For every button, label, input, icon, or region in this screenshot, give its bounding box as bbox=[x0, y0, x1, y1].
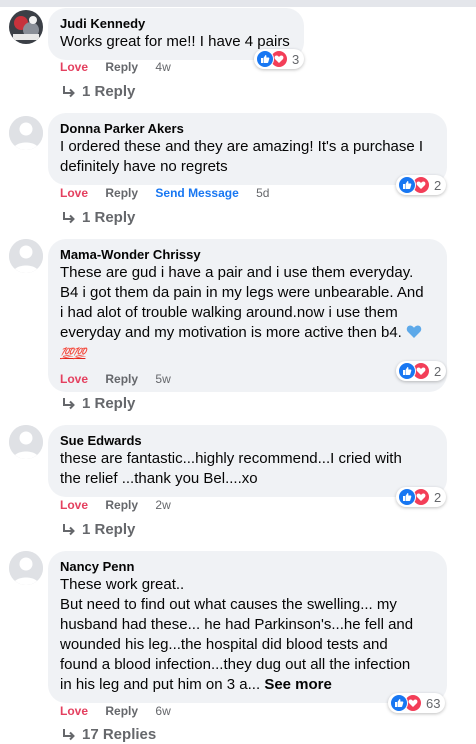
like-reaction-icon bbox=[398, 362, 416, 380]
comment-body: These work great.. But need to find out … bbox=[60, 576, 414, 693]
default-avatar-icon bbox=[9, 116, 43, 150]
avatar[interactable] bbox=[9, 10, 43, 44]
comment-actions: Love Reply Send Message 5d bbox=[60, 185, 283, 201]
avatar[interactable] bbox=[9, 551, 43, 585]
comment-body: These are gud i have a pair and i use th… bbox=[60, 264, 424, 341]
avatar[interactable] bbox=[9, 116, 43, 150]
view-replies-link[interactable]: 1 Reply bbox=[62, 395, 135, 412]
love-button[interactable]: Love bbox=[60, 185, 88, 201]
reply-button[interactable]: Reply bbox=[105, 703, 138, 719]
reply-button[interactable]: Reply bbox=[105, 497, 138, 513]
commenter-name[interactable]: Sue Edwards bbox=[60, 432, 435, 449]
comment-text: These work great.. But need to find out … bbox=[60, 575, 435, 695]
reaction-summary[interactable]: 2 bbox=[396, 487, 447, 507]
reply-button[interactable]: Reply bbox=[105, 59, 138, 75]
default-avatar-icon bbox=[9, 551, 43, 585]
comment-bubble: Donna Parker Akers I ordered these and t… bbox=[48, 113, 447, 185]
default-avatar-icon bbox=[9, 425, 43, 459]
comment-actions: Love Reply 2w bbox=[60, 497, 185, 513]
love-button[interactable]: Love bbox=[60, 59, 88, 75]
view-replies-link[interactable]: 17 Replies bbox=[62, 726, 156, 743]
replies-count-label: 17 Replies bbox=[82, 726, 157, 743]
comment-time[interactable]: 5d bbox=[256, 185, 269, 201]
comment-bubble: Mama-Wonder Chrissy These are gud i have… bbox=[48, 239, 447, 392]
love-button[interactable]: Love bbox=[60, 497, 88, 513]
replies-count-label: 1 Reply bbox=[82, 209, 136, 226]
comment-time[interactable]: 6w bbox=[155, 703, 170, 719]
see-more-link[interactable]: See more bbox=[264, 676, 332, 693]
view-replies-link[interactable]: 1 Reply bbox=[62, 209, 135, 226]
comment-time[interactable]: 4w bbox=[155, 59, 170, 75]
comment-bubble: Nancy Penn These work great.. But need t… bbox=[48, 551, 447, 703]
comment-time[interactable]: 5w bbox=[155, 371, 170, 387]
reaction-count: 3 bbox=[292, 51, 300, 67]
love-button[interactable]: Love bbox=[60, 703, 88, 719]
reaction-count: 2 bbox=[434, 177, 442, 193]
like-reaction-icon bbox=[256, 50, 274, 68]
reply-button[interactable]: Reply bbox=[105, 185, 138, 201]
comment-text: Works great for me!! I have 4 pairs bbox=[60, 33, 290, 50]
comment-text: these are fantastic...highly recommend..… bbox=[60, 450, 402, 487]
reply-arrow-icon bbox=[63, 85, 75, 97]
reaction-summary[interactable]: 2 bbox=[396, 361, 447, 381]
comment-actions: Love Reply 5w bbox=[60, 371, 185, 387]
reply-arrow-icon bbox=[63, 523, 75, 535]
replies-count-label: 1 Reply bbox=[82, 521, 136, 538]
send-message-button[interactable]: Send Message bbox=[155, 185, 238, 201]
avatar[interactable] bbox=[9, 239, 43, 273]
comment-actions: Love Reply 6w bbox=[60, 703, 185, 719]
default-avatar-icon bbox=[9, 239, 43, 273]
commenter-name[interactable]: Mama-Wonder Chrissy bbox=[60, 246, 435, 263]
view-replies-link[interactable]: 1 Reply bbox=[62, 521, 135, 538]
commenter-name[interactable]: Judi Kennedy bbox=[60, 15, 292, 32]
reaction-summary[interactable]: 2 bbox=[396, 175, 447, 195]
reply-arrow-icon bbox=[63, 211, 75, 223]
commenter-name[interactable]: Donna Parker Akers bbox=[60, 120, 435, 137]
top-divider bbox=[0, 0, 476, 7]
comment-bubble: Sue Edwards these are fantastic...highly… bbox=[48, 425, 447, 497]
like-reaction-icon bbox=[390, 694, 408, 712]
like-reaction-icon bbox=[398, 176, 416, 194]
reaction-count: 2 bbox=[434, 489, 442, 505]
love-button[interactable]: Love bbox=[60, 371, 88, 387]
comment-time[interactable]: 2w bbox=[155, 497, 170, 513]
replies-count-label: 1 Reply bbox=[82, 395, 136, 412]
reply-arrow-icon bbox=[63, 397, 75, 409]
avatar[interactable] bbox=[9, 425, 43, 459]
reaction-count: 2 bbox=[434, 363, 442, 379]
comment-text: I ordered these and they are amazing! It… bbox=[60, 138, 424, 175]
reply-button[interactable]: Reply bbox=[105, 371, 138, 387]
reply-arrow-icon bbox=[63, 728, 75, 740]
reaction-summary[interactable]: 63 bbox=[388, 693, 446, 713]
blue-heart-emoji-icon bbox=[406, 325, 422, 338]
like-reaction-icon bbox=[398, 488, 416, 506]
commenter-name[interactable]: Nancy Penn bbox=[60, 558, 435, 575]
reaction-summary[interactable]: 3 bbox=[254, 49, 305, 69]
comment-actions: Love Reply 4w bbox=[60, 59, 185, 75]
reaction-count: 63 bbox=[426, 695, 441, 711]
replies-count-label: 1 Reply bbox=[82, 83, 136, 100]
hundred-points-emoji-icon: 💯💯 bbox=[60, 348, 86, 360]
view-replies-link[interactable]: 1 Reply bbox=[62, 83, 135, 100]
comment-text: These are gud i have a pair and i use th… bbox=[60, 263, 435, 384]
